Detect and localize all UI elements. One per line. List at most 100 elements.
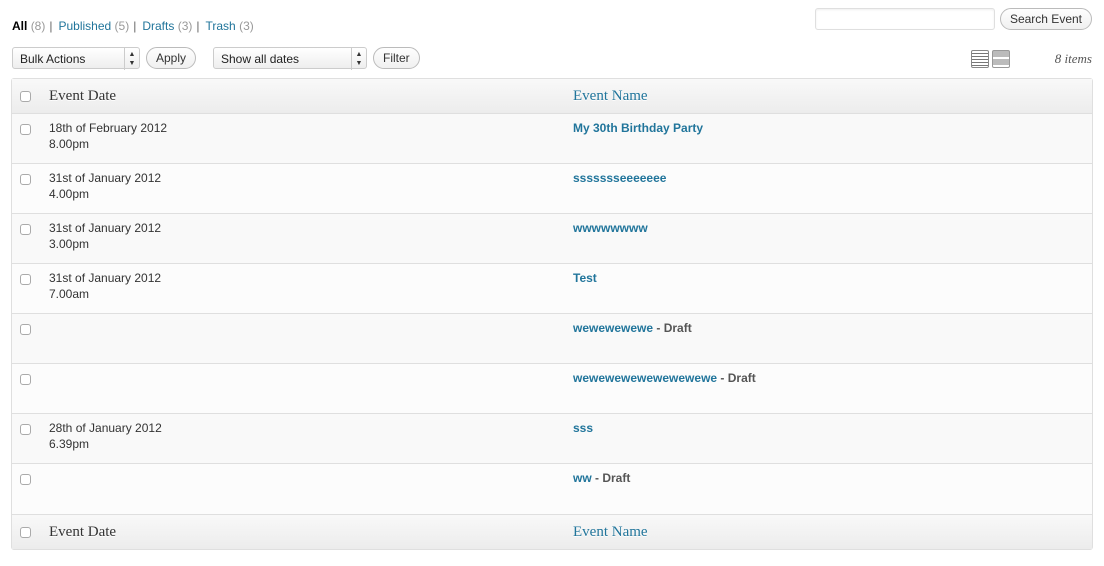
view-trash-link[interactable]: Trash <box>206 19 236 33</box>
select-all-cell <box>12 514 49 549</box>
dates-filter-select[interactable]: Show all dates ▲ ▼ <box>213 47 367 70</box>
view-drafts[interactable]: Drafts (3) <box>142 19 192 33</box>
view-drafts-count: (3) <box>177 19 193 33</box>
list-view-icon[interactable] <box>971 50 989 68</box>
row-checkbox[interactable] <box>20 474 31 485</box>
table-row: ww - Draft <box>12 464 1092 514</box>
row-checkbox-cell <box>12 114 49 164</box>
view-published-count: (5) <box>114 19 130 33</box>
dates-filter-value: Show all dates <box>221 52 300 66</box>
event-date: 28th of January 2012 <box>49 421 162 435</box>
event-title-link[interactable]: ssssssseeeeeee <box>573 171 666 185</box>
event-date: 31st of January 2012 <box>49 221 162 235</box>
row-checkbox[interactable] <box>20 374 31 385</box>
select-all-cell <box>12 79 49 114</box>
event-title-link[interactable]: My 30th Birthday Party <box>573 121 703 135</box>
view-switch <box>971 50 1010 68</box>
event-date-cell <box>49 314 573 364</box>
event-name-cell: wewewewewewewewewe - Draft <box>573 364 1092 414</box>
select-arrows-icon: ▲ ▼ <box>124 48 139 70</box>
row-checkbox[interactable] <box>20 224 31 235</box>
select-all-checkbox[interactable] <box>20 91 31 102</box>
event-name-cell: My 30th Birthday Party <box>573 114 1092 164</box>
event-date-cell: 31st of January 2012 3.00pm <box>49 214 573 264</box>
row-checkbox-cell <box>12 314 49 364</box>
view-trash[interactable]: Trash (3) <box>206 19 254 33</box>
row-checkbox-cell <box>12 214 49 264</box>
event-date-cell: 31st of January 2012 4.00pm <box>49 164 573 214</box>
search-box: Search Event <box>814 8 1092 30</box>
event-name-cell: Test <box>573 264 1092 314</box>
post-state: - Draft <box>717 371 756 385</box>
column-event-name-footer[interactable]: Event Name <box>573 514 1092 549</box>
filter-button[interactable]: Filter <box>373 47 420 69</box>
event-date: 31st of January 2012 <box>49 271 162 285</box>
event-date-cell: 28th of January 2012 6.39pm <box>49 414 573 464</box>
event-name-cell: ww - Draft <box>573 464 1092 514</box>
table-row: 28th of January 2012 6.39pm sss <box>12 414 1092 464</box>
separator: | <box>49 19 53 33</box>
view-drafts-link[interactable]: Drafts <box>142 19 174 33</box>
column-event-date[interactable]: Event Date <box>49 79 573 114</box>
event-date-cell: 31st of January 2012 7.00am <box>49 264 573 314</box>
view-all-label[interactable]: All <box>12 19 27 33</box>
event-name-cell: wewewewewe - Draft <box>573 314 1092 364</box>
table-body: 18th of February 2012 8.00pm My 30th Birth… <box>12 114 1092 514</box>
bulk-actions-value: Bulk Actions <box>20 52 86 66</box>
view-filters: All (8) | Published (5) | Drafts (3) | Trash (… <box>12 19 254 33</box>
row-checkbox-cell <box>12 364 49 414</box>
row-checkbox[interactable] <box>20 274 31 285</box>
event-date-cell <box>49 364 573 414</box>
event-time: 6.39pm <box>49 437 90 451</box>
table-row: 31st of January 2012 7.00am Test <box>12 264 1092 314</box>
post-state: - Draft <box>591 471 631 485</box>
event-title-link[interactable]: wwwwwwww <box>573 221 648 235</box>
column-event-name[interactable]: Event Name <box>573 79 1092 114</box>
row-checkbox[interactable] <box>20 424 31 435</box>
tablenav-top: Bulk Actions ▲ ▼ Apply Show all dates ▲ ▼ … <box>12 47 1092 71</box>
event-title-link[interactable]: Test <box>573 271 597 285</box>
items-count: 8 items <box>1054 51 1092 66</box>
search-input[interactable] <box>814 8 995 30</box>
table-header-row: Event Date Event Name <box>12 79 1092 114</box>
apply-button[interactable]: Apply <box>146 47 197 69</box>
row-checkbox[interactable] <box>20 174 31 185</box>
select-arrows-icon: ▲ ▼ <box>351 48 366 70</box>
separator: | <box>133 19 137 33</box>
event-time: 8.00pm <box>49 137 90 151</box>
event-time: 7.00am <box>49 287 90 301</box>
event-name-cell: wwwwwwww <box>573 214 1092 264</box>
view-published[interactable]: Published (5) <box>58 19 129 33</box>
table-row: wewewewewe - Draft <box>12 314 1092 364</box>
excerpt-view-icon[interactable] <box>992 50 1010 68</box>
row-checkbox-cell <box>12 464 49 514</box>
table-footer-row: Event Date Event Name <box>12 514 1092 549</box>
select-all-checkbox-footer[interactable] <box>20 527 31 538</box>
table-row: 18th of February 2012 8.00pm My 30th Birth… <box>12 114 1092 164</box>
row-checkbox-cell <box>12 414 49 464</box>
post-state: - Draft <box>653 321 692 335</box>
event-title-link[interactable]: sss <box>573 421 593 435</box>
event-date-cell: 18th of February 2012 8.00pm <box>49 114 573 164</box>
view-published-link[interactable]: Published <box>58 19 111 33</box>
event-name-cell: sss <box>573 414 1092 464</box>
event-title-link[interactable]: wewewewewewewewewe <box>573 371 717 385</box>
event-time: 3.00pm <box>49 237 90 251</box>
event-time: 4.00pm <box>49 187 90 201</box>
event-date: 18th of February 2012 <box>49 121 168 135</box>
view-all[interactable]: All (8) <box>12 19 45 33</box>
row-checkbox[interactable] <box>20 124 31 135</box>
bulk-actions-select[interactable]: Bulk Actions ▲ ▼ <box>12 47 140 70</box>
event-title-link[interactable]: ww <box>573 471 592 485</box>
view-trash-count: (3) <box>239 19 254 33</box>
separator: | <box>196 19 200 33</box>
event-title-link[interactable]: wewewewewe <box>573 321 653 335</box>
search-event-button[interactable]: Search Event <box>999 8 1092 30</box>
column-event-date-footer[interactable]: Event Date <box>49 514 573 549</box>
event-name-cell: ssssssseeeeeee <box>573 164 1092 214</box>
row-checkbox-cell <box>12 264 49 314</box>
row-checkbox[interactable] <box>20 324 31 335</box>
events-table: Event Date Event Name 18th of February 2… <box>11 78 1093 550</box>
row-checkbox-cell <box>12 164 49 214</box>
event-date-cell <box>49 464 573 514</box>
